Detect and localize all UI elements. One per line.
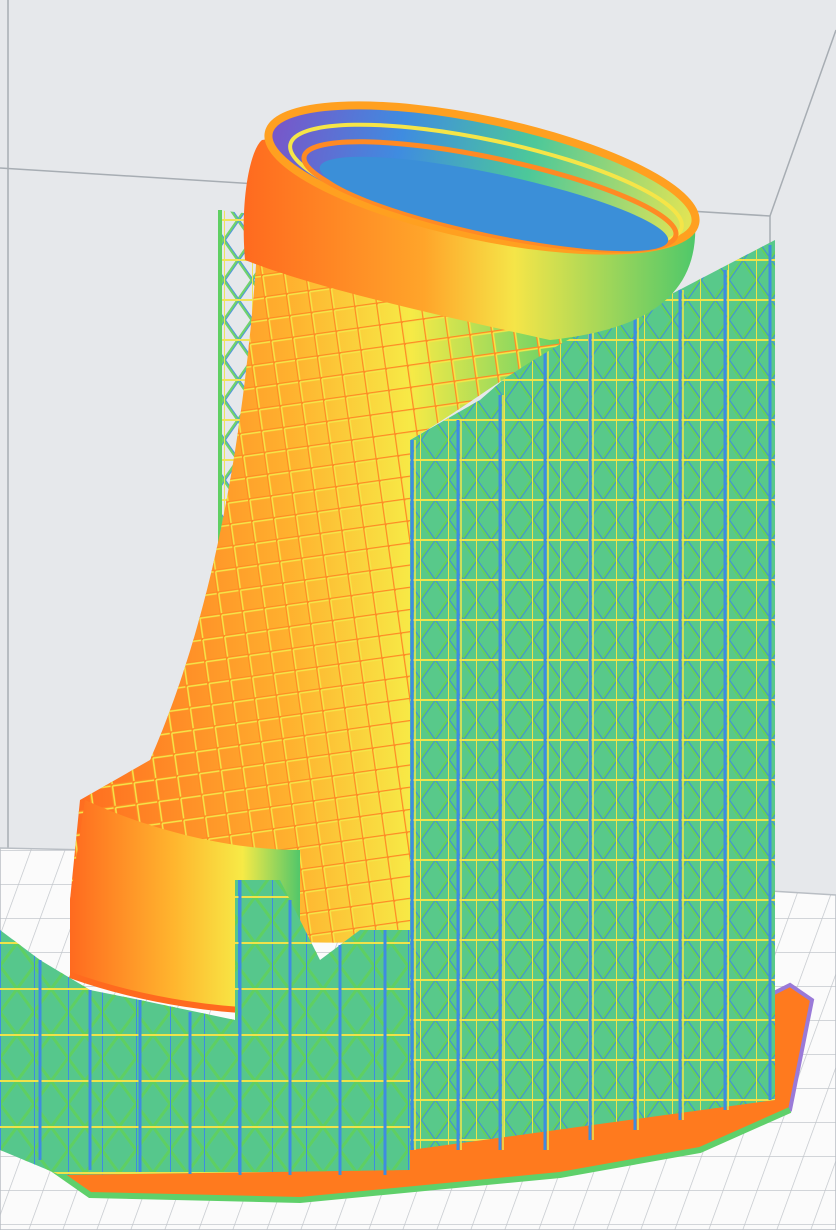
scene-canvas[interactable]	[0, 0, 836, 1230]
3d-viewport[interactable]	[0, 0, 836, 1230]
